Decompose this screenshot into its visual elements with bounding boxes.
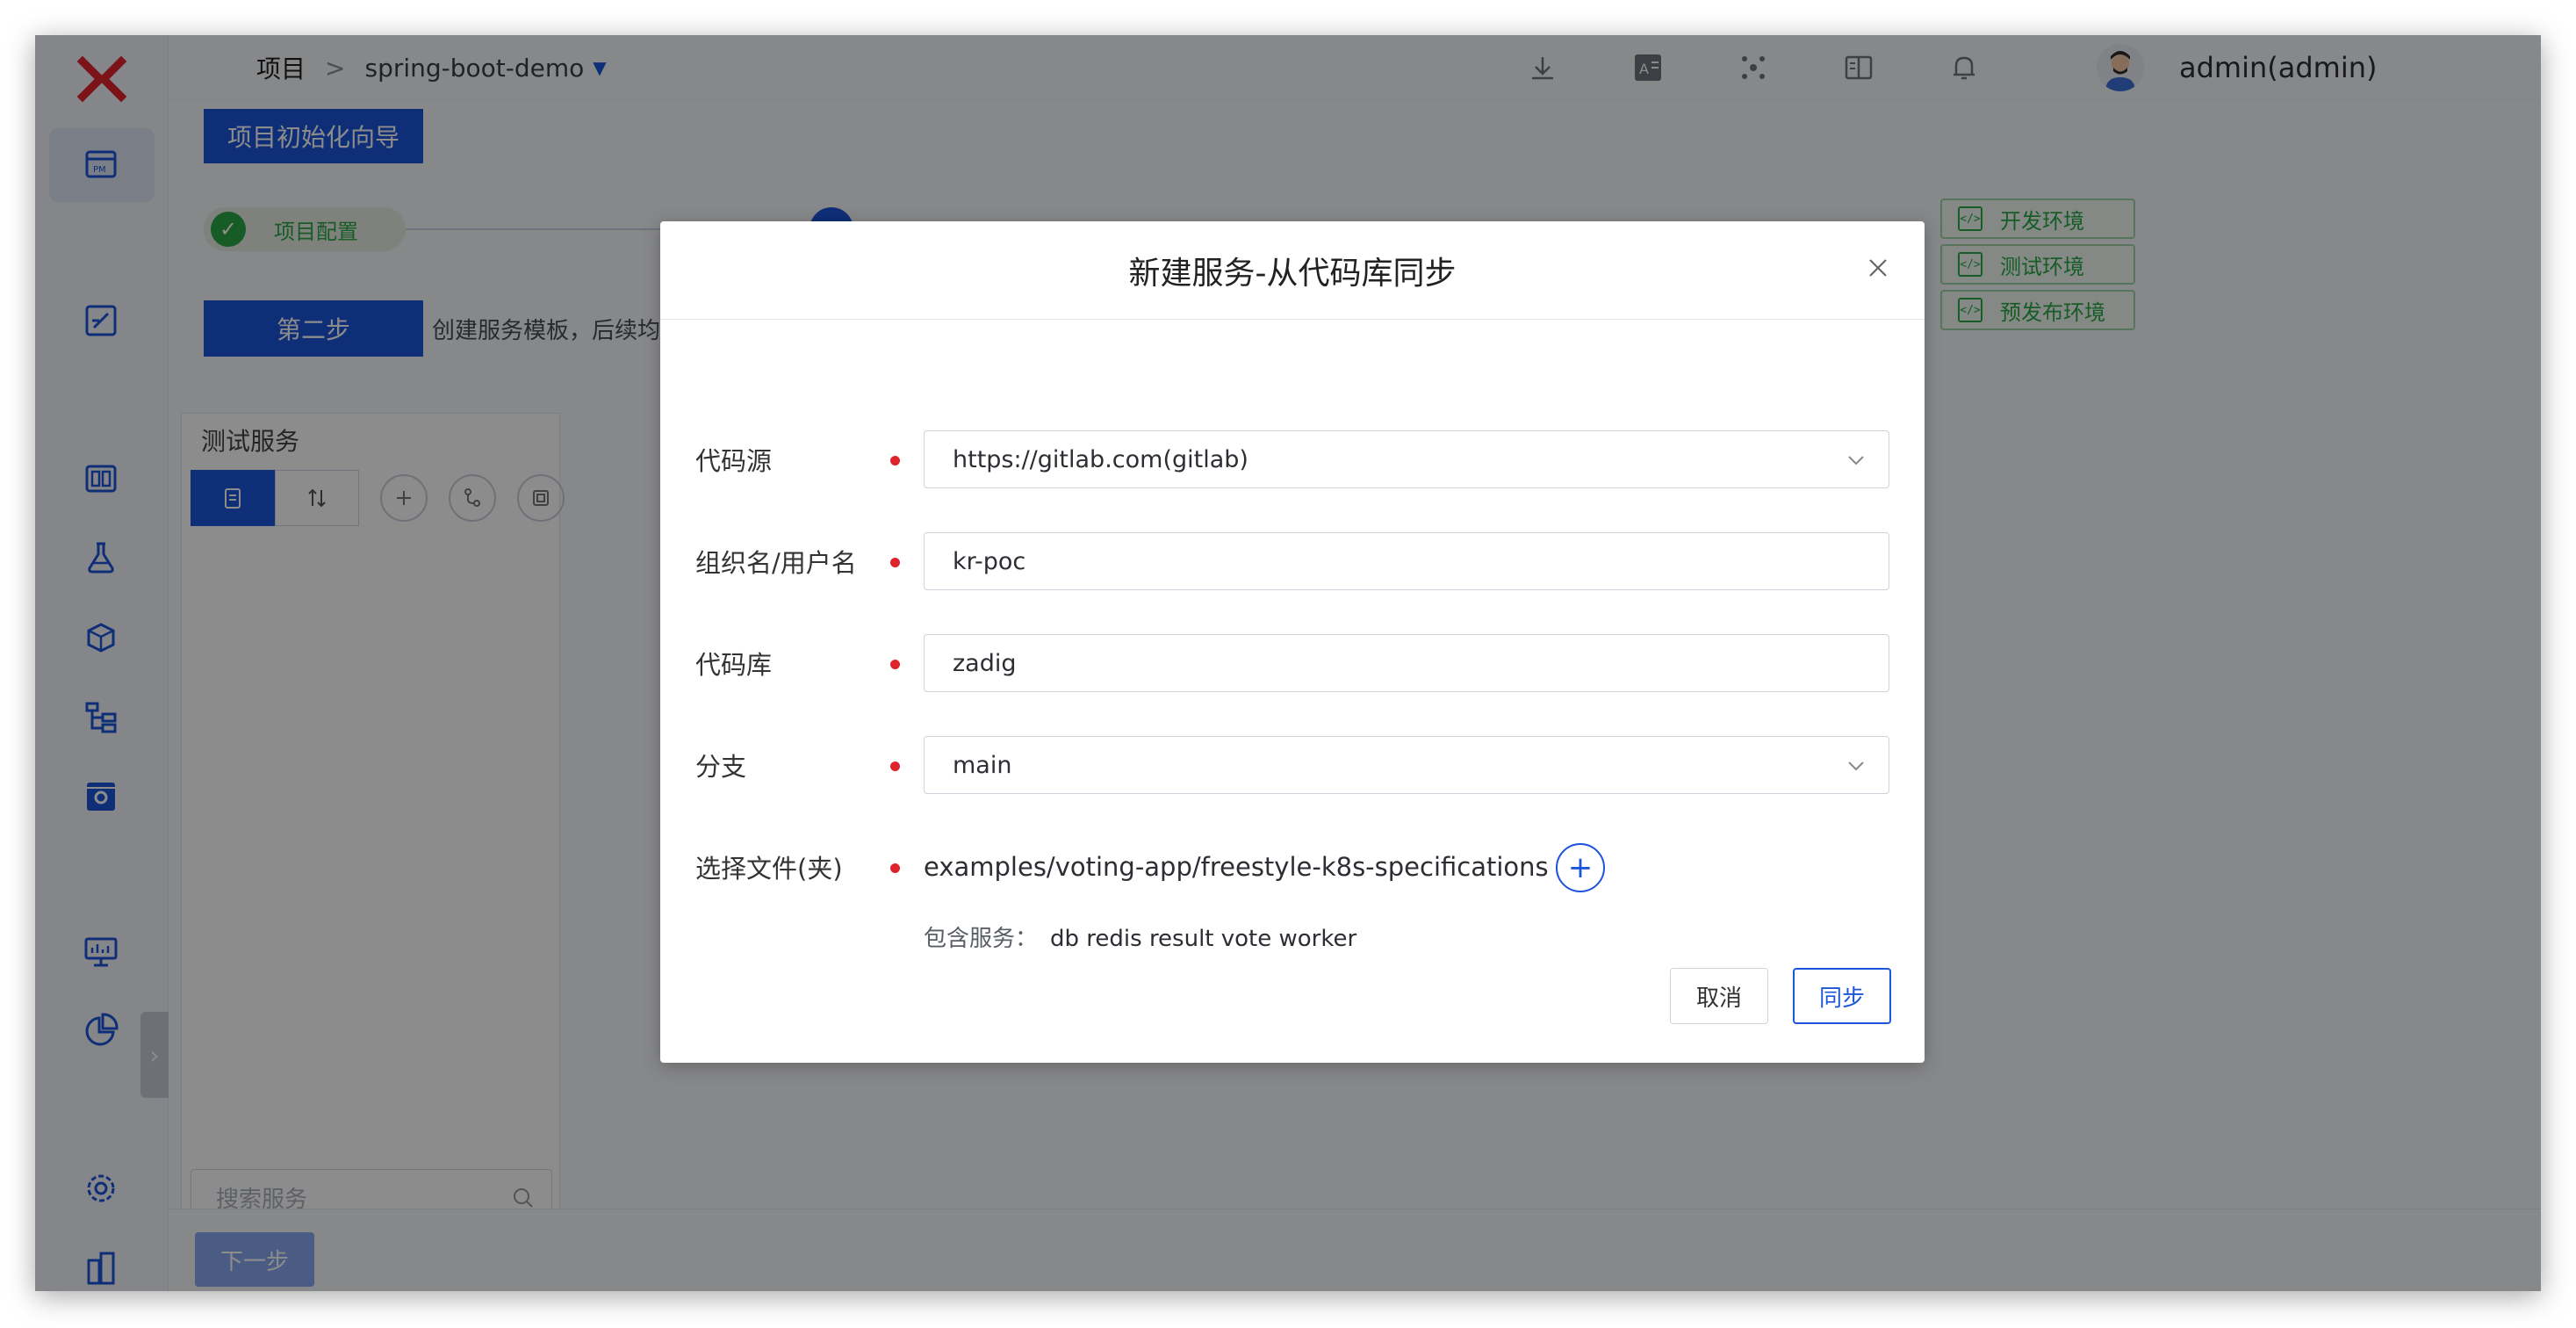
- branch-label: 分支: [695, 752, 747, 782]
- required-marker: [890, 863, 900, 873]
- required-marker: [890, 558, 900, 567]
- path-label: 选择文件(夹): [695, 854, 843, 884]
- form-row-path: 选择文件(夹) examples/voting-app/freestyle-k8…: [695, 838, 1889, 896]
- required-marker: [890, 456, 900, 466]
- app-window: PM › 项目 > spring-boot-demo ▼ A admin(adm…: [35, 35, 2541, 1291]
- cancel-button[interactable]: 取消: [1670, 968, 1768, 1024]
- contains-label: 包含服务：: [924, 926, 1039, 952]
- source-select[interactable]: https://gitlab.com(gitlab): [924, 430, 1889, 488]
- sync-service-dialog: 新建服务-从代码库同步 代码源 https://gitlab.com(gitla…: [660, 221, 1925, 1063]
- repo-field[interactable]: zadig: [924, 634, 1889, 692]
- add-path-icon[interactable]: +: [1556, 843, 1605, 892]
- dialog-header: 新建服务-从代码库同步: [660, 221, 1925, 320]
- sync-button[interactable]: 同步: [1793, 968, 1891, 1024]
- form-row-branch: 分支 main: [695, 736, 1889, 794]
- dialog-title: 新建服务-从代码库同步: [1128, 255, 1457, 292]
- org-value: kr-poc: [953, 547, 1026, 575]
- source-label: 代码源: [695, 446, 773, 476]
- repo-value: zadig: [953, 649, 1017, 677]
- org-field[interactable]: kr-poc: [924, 532, 1889, 590]
- repo-label: 代码库: [695, 650, 773, 680]
- form-row-source: 代码源 https://gitlab.com(gitlab): [695, 430, 1889, 488]
- close-icon[interactable]: [1863, 253, 1893, 283]
- contains-services-list: db redis result vote worker: [1050, 926, 1357, 952]
- source-value: https://gitlab.com(gitlab): [953, 445, 1248, 473]
- branch-value: main: [953, 751, 1012, 779]
- required-marker: [890, 660, 900, 669]
- org-label: 组织名/用户名: [695, 548, 857, 578]
- branch-select[interactable]: main: [924, 736, 1889, 794]
- required-marker: [890, 761, 900, 771]
- form-row-org: 组织名/用户名 kr-poc: [695, 532, 1889, 590]
- chevron-down-icon: [1848, 456, 1864, 466]
- form-row-repo: 代码库 zadig: [695, 634, 1889, 692]
- chevron-down-icon: [1848, 761, 1864, 771]
- contains-services: 包含服务： db redis result vote worker: [924, 920, 1356, 953]
- path-value: examples/voting-app/freestyle-k8s-specif…: [924, 852, 1549, 882]
